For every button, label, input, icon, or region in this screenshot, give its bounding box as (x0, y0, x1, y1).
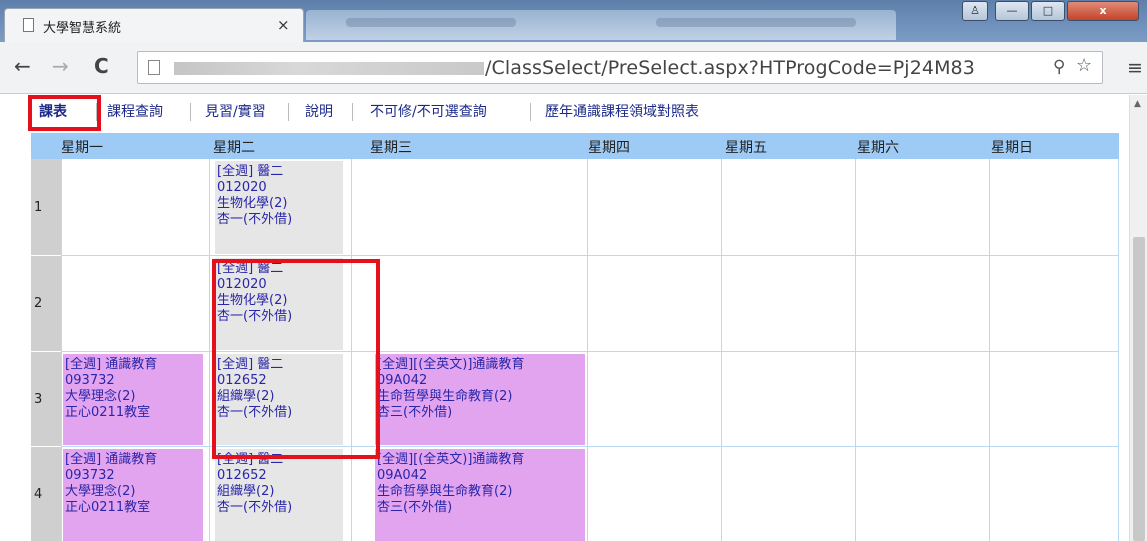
day-header-thu: 星期四 (588, 140, 630, 156)
url-text: /ClassSelect/PreSelect.aspx?HTProgCode=P… (485, 57, 975, 79)
course-room: 杏一(不外借) (217, 212, 293, 227)
highlight-box-tuesday (212, 259, 380, 459)
menu-divider (288, 103, 289, 121)
bookmark-star-icon[interactable]: ☆ (1076, 55, 1092, 76)
back-icon[interactable]: ← (14, 54, 31, 78)
grid-line (209, 159, 210, 541)
course-room: 杏三(不外借) (377, 500, 453, 515)
course-name: 大學理念(2) (65, 484, 136, 499)
close-window-button[interactable]: x (1067, 1, 1139, 21)
course-cell[interactable]: [全週] 醫二 012020 生物化學(2) 杏一(不外借) (215, 161, 343, 254)
course-name: 組織學(2) (217, 484, 275, 499)
course-room: 杏一(不外借) (217, 500, 293, 515)
page-content: 課表 課程查詢 見習/實習 說明 不可修/不可選查詢 歷年通識課程領域對照表 星… (0, 95, 1129, 541)
menu-divider (190, 103, 191, 121)
grid-line (587, 159, 588, 541)
tab-title: 大學智慧系統 (43, 21, 122, 36)
highlight-box-menu (28, 95, 101, 131)
browser-tab-background[interactable] (306, 10, 896, 40)
day-header-wed: 星期三 (370, 140, 412, 156)
course-cell[interactable]: [全週] 通識教育 093732 大學理念(2) 正心0211教室 (63, 449, 203, 541)
grid-line (721, 159, 722, 541)
page-icon (23, 18, 34, 32)
browser-tab-active[interactable]: 大學智慧系統 × (4, 8, 304, 42)
blurred-tab-text (346, 18, 516, 27)
course-cell[interactable]: [全週][(全英文)]通識教育 09A042 生命哲學與生命教育(2) 杏三(不… (375, 449, 585, 541)
menu-item-help[interactable]: 說明 (305, 101, 333, 121)
course-room: 正心0211教室 (65, 405, 151, 420)
menu-item-course-search[interactable]: 課程查詢 (107, 101, 163, 121)
maximize-button[interactable]: □ (1031, 1, 1065, 21)
course-name: 生命哲學與生命教育(2) (377, 389, 513, 404)
address-bar: ← → C /ClassSelect/PreSelect.aspx?HTProg… (0, 42, 1147, 94)
scroll-up-icon[interactable]: ▲ (1134, 99, 1141, 109)
close-tab-icon[interactable]: × (277, 16, 290, 34)
course-cell[interactable]: [全週][(全英文)]通識教育 09A042 生命哲學與生命教育(2) 杏三(不… (375, 354, 585, 445)
period-label: 3 (31, 352, 61, 446)
title-bar: 大學智慧系統 × ♙ — □ x (0, 0, 1147, 42)
day-header-tue: 星期二 (213, 140, 255, 156)
day-header-sat: 星期六 (857, 140, 899, 156)
day-header-fri: 星期五 (725, 140, 767, 156)
course-room: 正心0211教室 (65, 500, 151, 515)
scrollbar-thumb[interactable] (1133, 237, 1145, 541)
grid-line (61, 159, 62, 541)
menu-divider (352, 103, 353, 121)
course-week-dept: [全週][(全英文)]通識教育 (377, 452, 525, 467)
timetable: 星期一 星期二 星期三 星期四 星期五 星期六 星期日 1 2 3 4 [全週]… (31, 133, 1119, 541)
grid-line (1118, 159, 1119, 541)
minimize-button[interactable]: — (995, 1, 1029, 21)
period-label: 4 (31, 447, 61, 541)
day-header-mon: 星期一 (61, 140, 103, 156)
page-icon (148, 60, 160, 75)
vertical-scrollbar[interactable]: ▲ (1129, 95, 1147, 541)
course-name: 生命哲學與生命教育(2) (377, 484, 513, 499)
url-input[interactable]: /ClassSelect/PreSelect.aspx?HTProgCode=P… (137, 51, 1103, 84)
course-code: 012020 (217, 180, 267, 195)
timetable-header: 星期一 星期二 星期三 星期四 星期五 星期六 星期日 (31, 133, 1119, 159)
course-week-dept: [全週] 通識教育 (65, 357, 158, 372)
course-code: 012652 (217, 468, 267, 483)
user-icon[interactable]: ♙ (962, 1, 988, 21)
course-week-dept: [全週][(全英文)]通識教育 (377, 357, 525, 372)
reload-icon[interactable]: C (94, 54, 109, 78)
forward-icon[interactable]: → (52, 54, 69, 78)
period-label: 1 (31, 159, 61, 255)
course-name: 大學理念(2) (65, 389, 136, 404)
course-room: 杏三(不外借) (377, 405, 453, 420)
grid-line (61, 255, 1119, 256)
menu-item-restricted-query[interactable]: 不可修/不可選查詢 (370, 101, 487, 121)
grid-line (989, 159, 990, 541)
menu-divider (530, 103, 531, 121)
course-week-dept: [全週] 醫二 (217, 164, 284, 179)
browser-window: 大學智慧系統 × ♙ — □ x ← → C /ClassSelect/PreS… (0, 0, 1147, 541)
course-code: 093732 (65, 373, 115, 388)
course-week-dept: [全週] 通識教育 (65, 452, 158, 467)
course-cell[interactable]: [全週] 通識教育 093732 大學理念(2) 正心0211教室 (63, 354, 203, 445)
course-code: 093732 (65, 468, 115, 483)
period-label: 2 (31, 256, 61, 351)
blurred-tab-text (656, 18, 856, 27)
course-code: 09A042 (377, 468, 428, 483)
menu-item-gen-ed-mapping[interactable]: 歷年通識課程領域對照表 (545, 101, 699, 121)
menu-item-internship[interactable]: 見習/實習 (205, 101, 266, 121)
day-header-sun: 星期日 (991, 140, 1033, 156)
zoom-icon[interactable]: ⚲ (1053, 57, 1065, 77)
grid-line (855, 159, 856, 541)
course-code: 09A042 (377, 373, 428, 388)
browser-menu-icon[interactable]: ≡ (1127, 57, 1143, 79)
course-name: 生物化學(2) (217, 196, 288, 211)
blurred-url-host (174, 62, 484, 75)
course-cell[interactable]: [全週] 醫二 012652 組織學(2) 杏一(不外借) (215, 449, 343, 541)
